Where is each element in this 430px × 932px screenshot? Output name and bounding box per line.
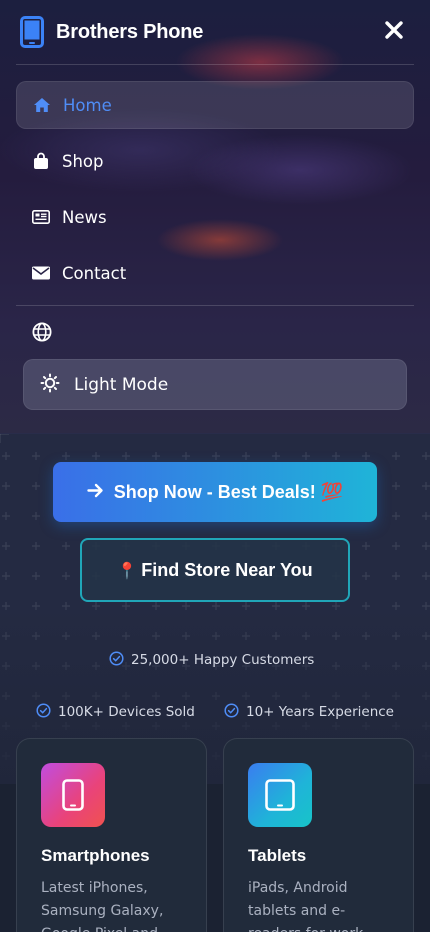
category-description: iPads, Android tablets and e-readers for…	[248, 880, 363, 932]
sun-icon	[40, 373, 60, 397]
mobile-menu: Brothers Phone Home Shop News Contact Li…	[0, 0, 430, 434]
category-description: Latest iPhones, Samsung Galaxy, Google P…	[41, 880, 164, 932]
theme-toggle-label: Light Mode	[74, 374, 169, 395]
stat-text: 10+ Years Experience	[246, 704, 394, 720]
globe-icon	[32, 322, 52, 346]
category-title: Tablets	[248, 846, 307, 865]
menu-divider	[16, 64, 414, 65]
check-circle-icon	[109, 650, 124, 670]
nav-item-news[interactable]: News	[16, 193, 414, 241]
tablet-icon	[248, 763, 312, 827]
check-circle-icon	[224, 702, 239, 722]
stat-text: 25,000+ Happy Customers	[131, 652, 315, 668]
shop-now-button[interactable]: Shop Now - Best Deals! 💯	[53, 462, 377, 522]
brand[interactable]: Brothers Phone	[20, 16, 203, 48]
stat-text: 100K+ Devices Sold	[58, 704, 195, 720]
brand-name: Brothers Phone	[56, 20, 204, 43]
shop-now-label: Shop Now - Best Deals! 💯	[113, 481, 344, 502]
close-icon	[385, 21, 403, 43]
find-store-label: Find Store Near You	[141, 559, 313, 580]
nav-item-label: Shop	[62, 151, 104, 171]
theme-toggle-button[interactable]: Light Mode	[23, 359, 407, 410]
nav-item-label: Contact	[62, 263, 127, 283]
category-card-tablets[interactable]: Tablets iPads, Android tablets and e-rea…	[223, 738, 414, 932]
find-store-button[interactable]: 📍 Find Store Near You	[80, 538, 350, 602]
nav-item-label: Home	[63, 95, 112, 115]
stat-years-experience: 10+ Years Experience	[224, 702, 394, 722]
smartphone-icon	[41, 763, 105, 827]
shopping-bag-icon	[32, 152, 50, 170]
nav-item-label: News	[62, 207, 107, 227]
nav-item-home[interactable]: Home	[16, 81, 414, 129]
stat-devices-sold: 100K+ Devices Sold	[36, 702, 195, 722]
nav-item-contact[interactable]: Contact	[16, 249, 414, 297]
envelope-icon	[32, 264, 50, 282]
newspaper-icon	[32, 208, 50, 226]
location-pin-icon: 📍	[117, 560, 138, 580]
language-button[interactable]	[32, 322, 52, 342]
stat-happy-customers: 25,000+ Happy Customers	[109, 650, 314, 670]
close-menu-button[interactable]	[382, 20, 406, 44]
check-circle-icon	[36, 702, 51, 722]
smartphone-icon	[20, 16, 44, 48]
nav-item-shop[interactable]: Shop	[16, 137, 414, 185]
category-card-smartphones[interactable]: Smartphones Latest iPhones, Samsung Gala…	[16, 738, 207, 932]
home-icon	[33, 96, 51, 114]
arrow-right-icon	[87, 483, 104, 502]
category-title: Smartphones	[41, 846, 150, 865]
menu-divider	[16, 305, 414, 306]
